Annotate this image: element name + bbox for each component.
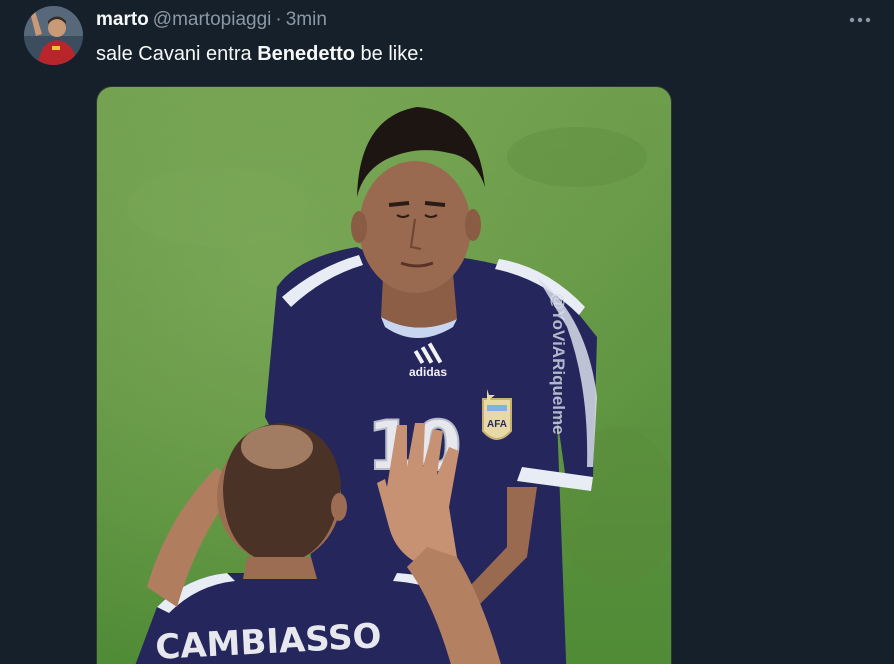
tweet-text-before: sale Cavani entra xyxy=(96,43,258,65)
tweet-media-photo[interactable]: adidas AFA 10 @YoViARiquelme xyxy=(96,86,672,664)
tweet[interactable]: marto @martopiaggi · 3min sale Cavani entra… xyxy=(0,0,894,664)
more-options-button[interactable] xyxy=(846,8,874,32)
display-name[interactable]: marto xyxy=(96,9,149,30)
tweet-text-after: be like: xyxy=(355,43,424,65)
tweet-timestamp[interactable]: 3min xyxy=(286,9,327,30)
crest-text: AFA xyxy=(487,419,507,430)
separator-dot: · xyxy=(275,9,282,30)
avatar-image xyxy=(24,6,83,65)
watermark-text: @YoViARiquelme xyxy=(549,293,568,435)
avatar[interactable] xyxy=(24,6,83,65)
more-horizontal-icon xyxy=(849,17,871,23)
tweet-text: sale Cavani entra Benedetto be like: xyxy=(96,41,424,67)
football-photo: adidas AFA 10 @YoViARiquelme xyxy=(97,87,671,664)
user-handle[interactable]: @martopiaggi xyxy=(153,9,272,30)
jersey-brand-text: adidas xyxy=(409,365,447,379)
tweet-text-bold: Benedetto xyxy=(257,43,355,65)
tweet-header: marto @martopiaggi · 3min xyxy=(96,8,327,32)
